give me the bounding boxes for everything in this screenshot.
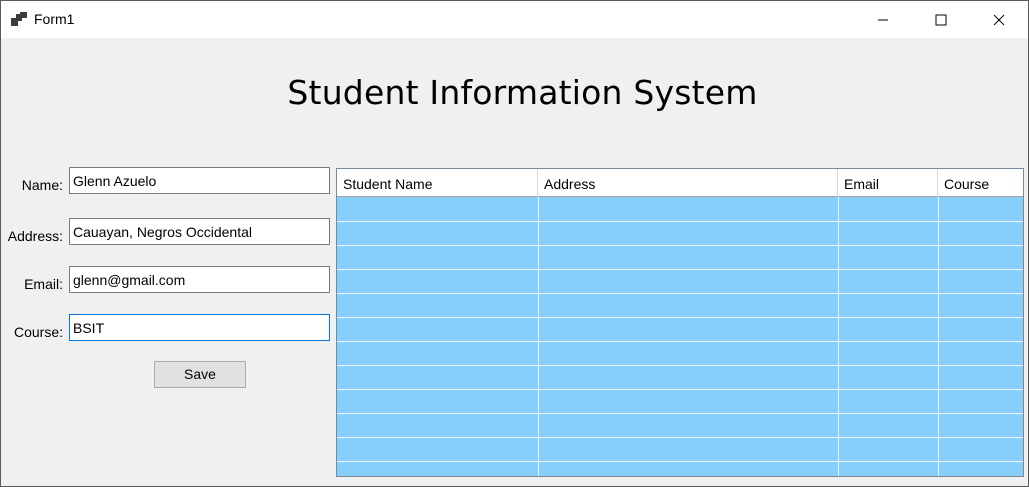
maximize-icon — [935, 14, 947, 25]
title-bar[interactable]: Form1 — [1, 1, 1028, 38]
window-title: Form1 — [34, 11, 75, 27]
grid-row-divider — [337, 389, 1023, 390]
minimize-icon — [878, 19, 888, 20]
maximize-button[interactable] — [912, 1, 970, 38]
grid-row-divider — [337, 461, 1023, 462]
save-button[interactable]: Save — [154, 361, 246, 388]
grid-column-divider — [938, 197, 939, 476]
name-field[interactable] — [69, 167, 330, 194]
grid-row-divider — [337, 317, 1023, 318]
grid-row-divider — [337, 269, 1023, 270]
grid-column-divider — [538, 197, 539, 476]
column-header-student-name[interactable]: Student Name — [337, 169, 538, 197]
name-label: Name: — [21, 177, 63, 193]
page-title: Student Information System — [287, 73, 758, 112]
close-icon — [993, 14, 1005, 25]
course-label: Course: — [13, 324, 63, 340]
grid-header: Student Name Address Email Course — [337, 169, 1023, 197]
address-label: Address: — [7, 228, 63, 244]
course-field[interactable] — [69, 314, 330, 341]
grid-row-divider — [337, 245, 1023, 246]
grid-row-divider — [337, 341, 1023, 342]
grid-row-divider — [337, 437, 1023, 438]
grid-column-divider — [838, 197, 839, 476]
address-field[interactable] — [69, 218, 330, 245]
close-button[interactable] — [970, 1, 1028, 38]
form-window: Form1 Student Information System Name: A… — [0, 0, 1029, 487]
column-header-email[interactable]: Email — [838, 169, 938, 197]
grid-row-divider — [337, 293, 1023, 294]
column-header-course[interactable]: Course — [938, 169, 1023, 197]
minimize-button[interactable] — [854, 1, 912, 38]
student-data-grid[interactable]: Student Name Address Email Course — [336, 168, 1024, 477]
app-icon — [11, 12, 27, 26]
grid-row-divider — [337, 221, 1023, 222]
grid-row-divider — [337, 365, 1023, 366]
grid-row-divider — [337, 413, 1023, 414]
email-label: Email: — [24, 276, 63, 292]
column-header-address[interactable]: Address — [538, 169, 838, 197]
email-field[interactable] — [69, 266, 330, 293]
